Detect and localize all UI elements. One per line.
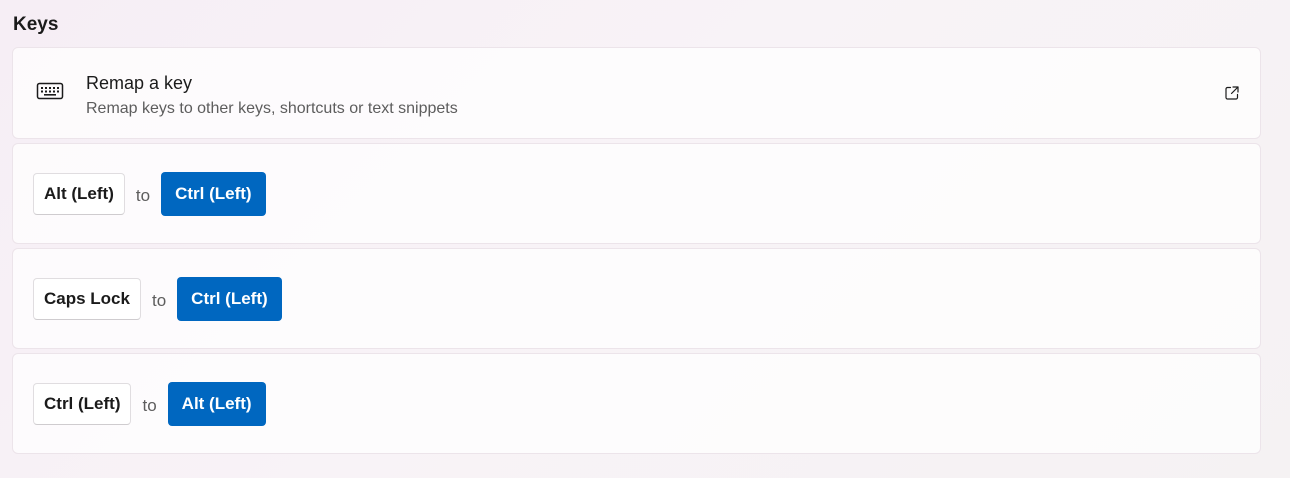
remap-key-card[interactable]: Remap a key Remap keys to other keys, sh… [12, 47, 1261, 139]
source-key: Ctrl (Left) [33, 383, 132, 425]
to-label: to [142, 396, 157, 415]
remap-key-description: Remap keys to other keys, shortcuts or t… [86, 100, 458, 117]
mapping-row: Alt (Left) to Ctrl (Left) [12, 143, 1261, 244]
mapping-row: Caps Lock to Ctrl (Left) [12, 248, 1261, 349]
keyboard-icon [36, 82, 64, 100]
target-key: Ctrl (Left) [177, 277, 282, 321]
source-key: Caps Lock [33, 278, 141, 320]
to-label: to [135, 186, 151, 205]
open-external-icon[interactable] [1224, 85, 1240, 101]
target-key: Ctrl (Left) [161, 172, 266, 216]
target-key: Alt (Left) [167, 382, 266, 426]
mapping-row: Ctrl (Left) to Alt (Left) [12, 353, 1261, 454]
remap-key-title: Remap a key [86, 73, 193, 93]
section-title: Keys [13, 14, 59, 35]
source-key: Alt (Left) [33, 173, 125, 215]
to-label: to [151, 291, 167, 310]
